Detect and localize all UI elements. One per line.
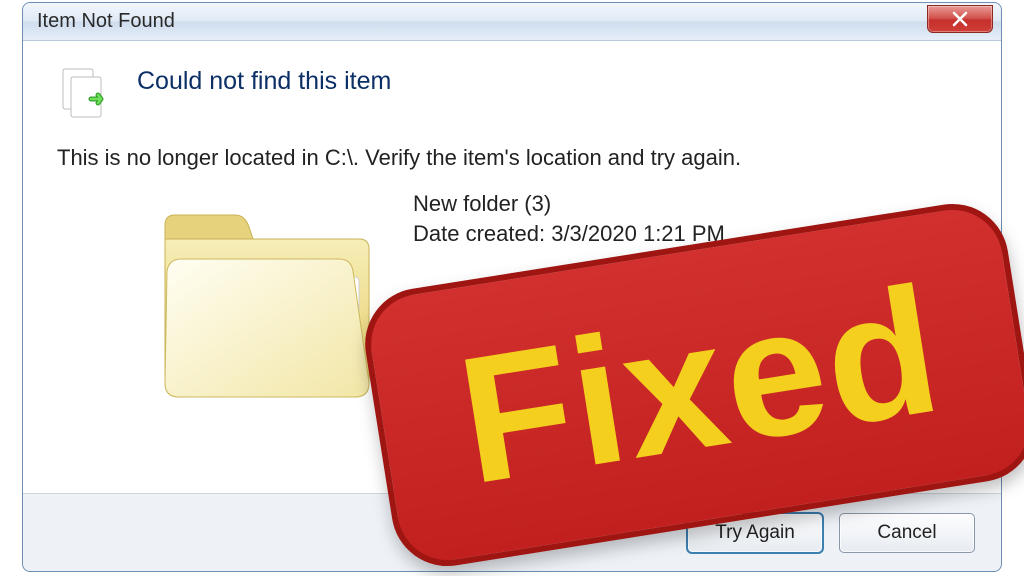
window-title: Item Not Found <box>37 10 175 33</box>
titlebar[interactable]: Item Not Found <box>23 3 1001 41</box>
close-button[interactable] <box>927 5 993 33</box>
item-name: New folder (3) <box>413 189 725 219</box>
folder-icon <box>147 185 377 415</box>
close-icon <box>951 10 969 28</box>
sticker-label: Fixed <box>447 245 954 525</box>
cancel-button[interactable]: Cancel <box>839 513 975 553</box>
error-description: This is no longer located in C:\. Verify… <box>57 145 967 171</box>
error-heading: Could not find this item <box>137 67 391 96</box>
item-date-row: Date created: 3/3/2020 1:21 PM <box>413 219 725 249</box>
document-move-icon <box>57 67 115 125</box>
item-date: 3/3/2020 1:21 PM <box>551 221 725 246</box>
item-date-label: Date created: <box>413 221 545 246</box>
